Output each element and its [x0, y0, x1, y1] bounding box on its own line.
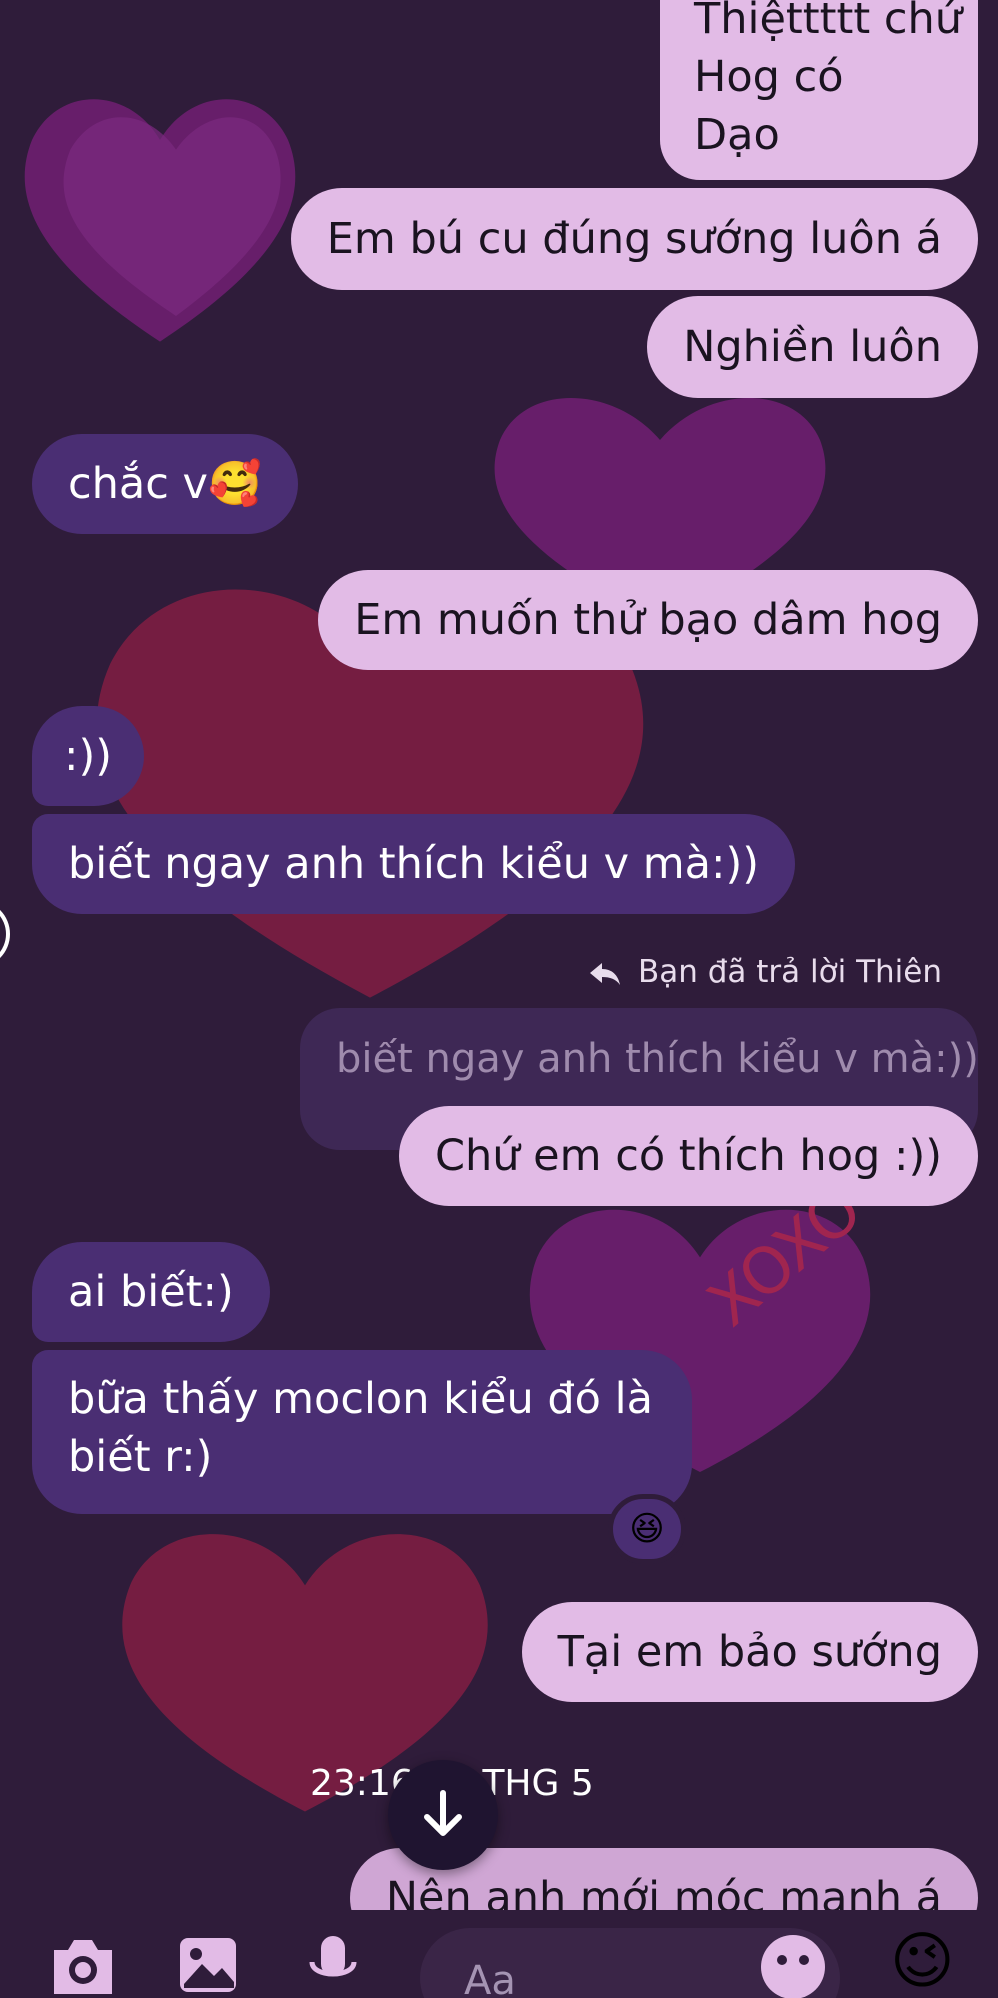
edge-indicator [0, 900, 10, 968]
message-line: Hog có [694, 52, 844, 102]
reply-label: Bạn đã trả lời Thiên [588, 950, 942, 994]
message-input-placeholder: Aa [464, 1958, 516, 1998]
message-outgoing[interactable]: Nghiền luôn [647, 296, 978, 398]
message-line: Thiệttttt chứ [694, 0, 963, 44]
reply-arrow-icon [590, 962, 621, 985]
message-outgoing[interactable]: Thiệttttt chứ Hog có Dạo [660, 0, 978, 180]
emoji-icon[interactable] [758, 1932, 828, 1998]
image-icon[interactable] [176, 1932, 240, 1996]
heart-decoration [24, 99, 296, 342]
message-outgoing[interactable]: Em bú cu đúng sướng luôn á [290, 188, 978, 290]
message-outgoing[interactable]: Tại em bảo sướng [521, 1602, 978, 1702]
arrow-down-icon [424, 1790, 462, 1836]
message-incoming[interactable]: biết ngay anh thích kiểu v mà:)) [32, 814, 796, 914]
message-incoming[interactable]: :)) [32, 706, 145, 806]
quick-emoji-button[interactable]: 😉 [890, 1926, 955, 1996]
message-reaction[interactable]: 😆 [608, 1494, 686, 1564]
message-outgoing[interactable]: Em muốn thử bạo dâm hog [318, 570, 978, 670]
message-incoming[interactable]: ai biết:) [32, 1242, 270, 1342]
composer-bar: Aa 😉 [0, 1910, 998, 1998]
message-line: Dạo [694, 110, 780, 160]
quick-emoji: 😉 [890, 1924, 955, 1997]
reply-label-text: Bạn đã trả lời Thiên [637, 954, 942, 990]
message-outgoing[interactable]: Chứ em có thích hog :)) [398, 1106, 978, 1206]
scroll-down-button[interactable] [388, 1760, 498, 1870]
message-line: biết r:) [68, 1432, 213, 1482]
reaction-emoji: 😆 [629, 1509, 665, 1549]
message-incoming[interactable]: chắc v🥰 [32, 434, 298, 534]
camera-icon[interactable] [48, 1932, 118, 1998]
message-line: bữa thấy moclon kiểu đó là [68, 1374, 653, 1424]
microphone-icon[interactable] [306, 1932, 360, 1998]
chat-thread[interactable]: XOXO Thiệttttt chứ Hog có Dạo Em bú cu đ… [0, 0, 998, 1910]
message-incoming[interactable]: bữa thấy moclon kiểu đó là biết r:) [32, 1350, 692, 1514]
